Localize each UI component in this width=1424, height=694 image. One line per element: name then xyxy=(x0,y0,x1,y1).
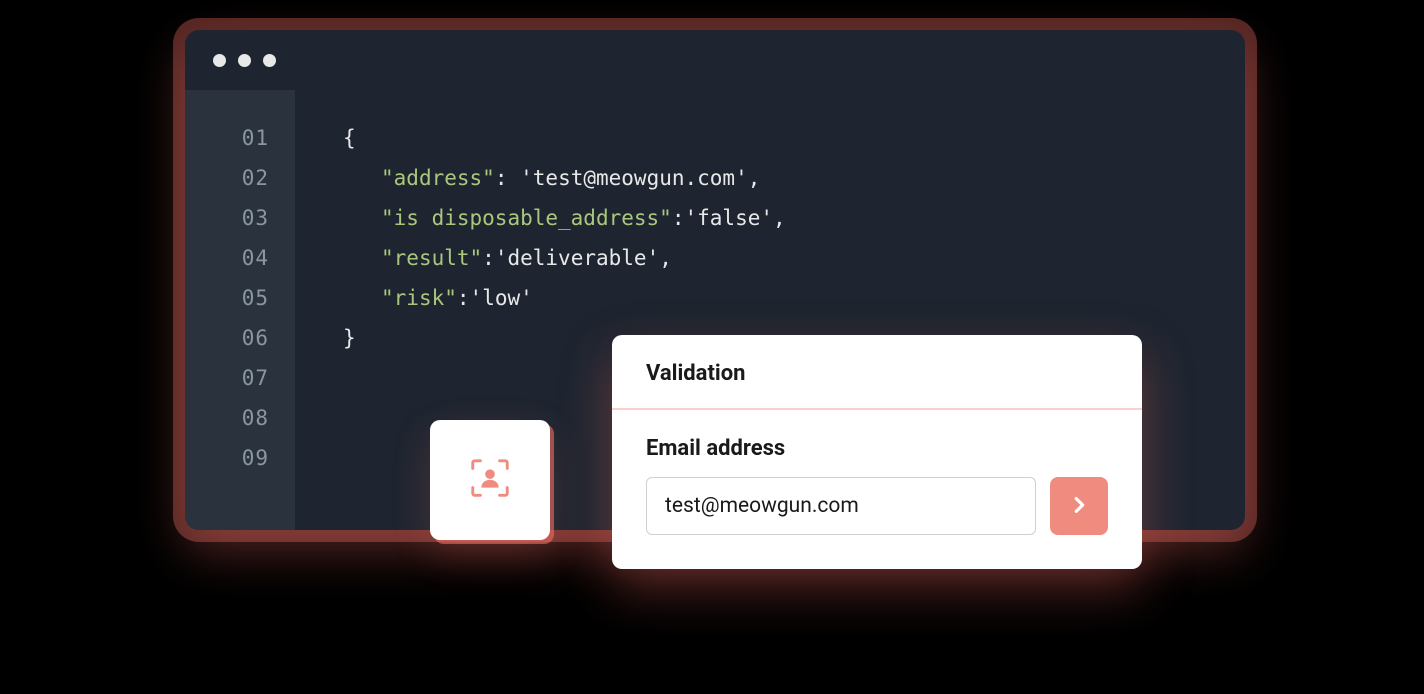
line-number: 06 xyxy=(185,318,269,358)
line-number-gutter: 01 02 03 04 05 06 07 08 09 xyxy=(185,90,295,530)
email-input[interactable] xyxy=(646,477,1036,535)
code-line: "result":'deliverable', xyxy=(343,238,786,278)
submit-button[interactable] xyxy=(1050,477,1108,535)
window-dot xyxy=(238,54,251,67)
line-number: 05 xyxy=(185,278,269,318)
validation-card: Validation Email address xyxy=(612,335,1142,569)
scan-user-icon xyxy=(467,455,513,505)
line-number: 02 xyxy=(185,158,269,198)
validation-header: Validation xyxy=(612,335,1142,410)
code-line: "is disposable_address":'false', xyxy=(343,198,786,238)
window-dot xyxy=(213,54,226,67)
line-number: 08 xyxy=(185,398,269,438)
code-line: { xyxy=(343,118,786,158)
window-chrome xyxy=(185,30,1245,90)
chevron-right-icon xyxy=(1068,494,1090,519)
line-number: 03 xyxy=(185,198,269,238)
window-dot xyxy=(263,54,276,67)
scan-user-card xyxy=(430,420,550,540)
line-number: 07 xyxy=(185,358,269,398)
validation-title: Validation xyxy=(646,361,1108,386)
input-row xyxy=(646,477,1108,535)
line-number: 09 xyxy=(185,438,269,478)
validation-body: Email address xyxy=(612,410,1142,569)
code-line: "address": 'test@meowgun.com', xyxy=(343,158,786,198)
code-line: "risk":'low' xyxy=(343,278,786,318)
email-field-label: Email address xyxy=(646,436,1108,461)
line-number: 04 xyxy=(185,238,269,278)
line-number: 01 xyxy=(185,118,269,158)
